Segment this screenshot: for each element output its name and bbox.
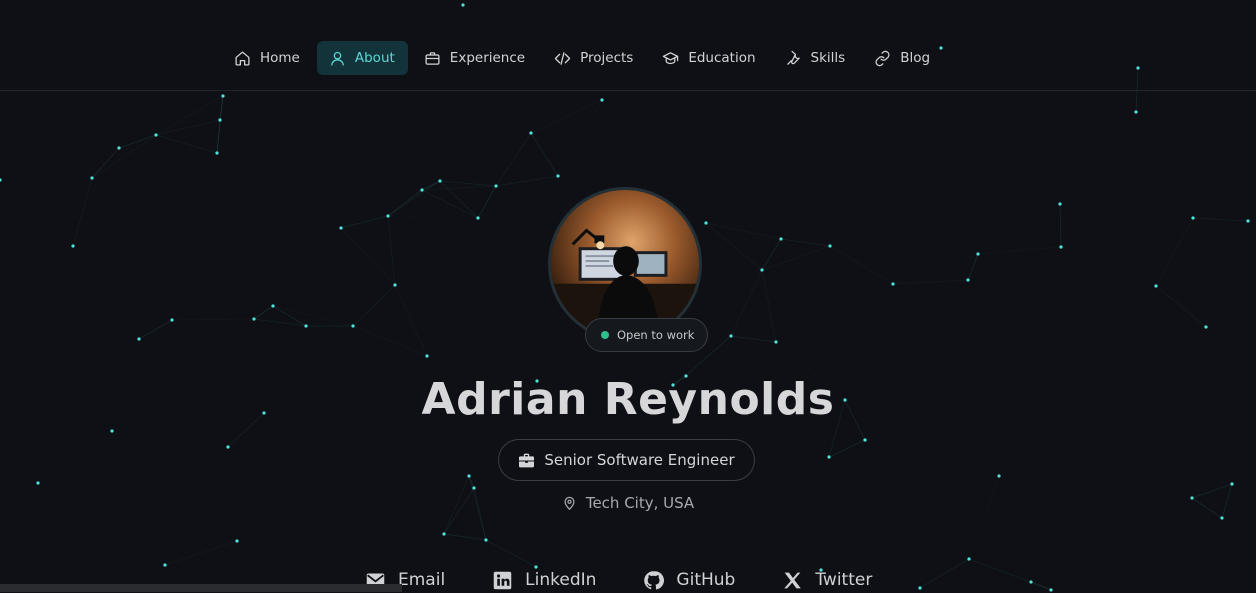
location-label: Tech City, USA <box>585 494 695 512</box>
bottom-toast-bar <box>0 584 402 592</box>
location: Tech City, USA <box>0 494 1256 512</box>
role-badge: Senior Software Engineer <box>498 439 755 481</box>
social-links: Email LinkedIn GitHub Twitter <box>365 567 872 593</box>
linkedin-link-label: LinkedIn <box>525 570 597 590</box>
briefcase-icon <box>519 453 535 467</box>
open-to-work-badge: Open to work <box>585 318 709 352</box>
twitter-link[interactable]: Twitter <box>782 570 872 591</box>
github-link-label: GitHub <box>676 570 736 590</box>
avatar-photo <box>551 190 699 338</box>
x-icon <box>784 572 802 588</box>
linkedin-icon <box>493 571 512 589</box>
role-label: Senior Software Engineer <box>544 451 735 469</box>
github-link[interactable]: GitHub <box>643 570 735 591</box>
hero-section: Open to work Adrian Reynolds Senior Soft… <box>0 0 1256 592</box>
github-icon <box>644 570 665 589</box>
status-label: Open to work <box>617 328 695 342</box>
email-link-label: Email <box>398 570 446 590</box>
twitter-link-label: Twitter <box>815 570 873 590</box>
profile-name: Adrian Reynolds <box>421 374 835 425</box>
map-pin-icon <box>564 496 575 510</box>
status-dot-icon <box>601 331 609 339</box>
linkedin-link[interactable]: LinkedIn <box>492 570 596 591</box>
